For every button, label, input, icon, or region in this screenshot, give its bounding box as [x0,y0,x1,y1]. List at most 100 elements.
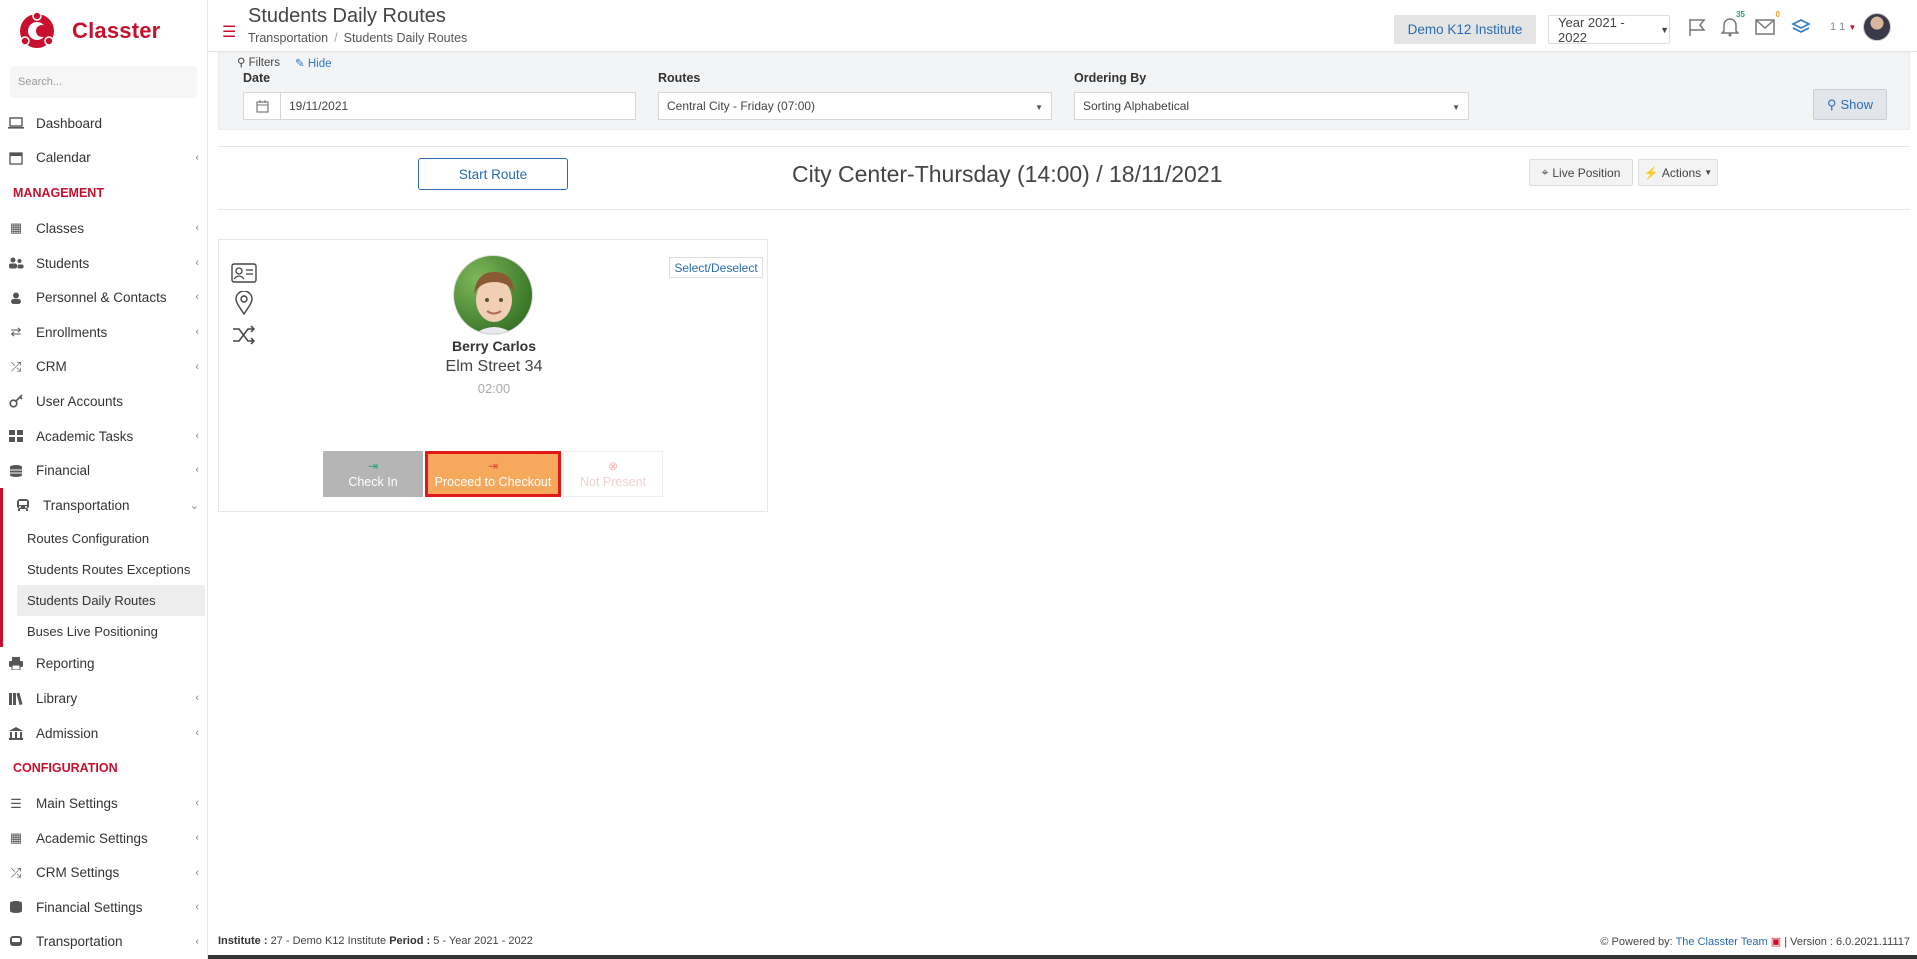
sidebar-item-personnel[interactable]: Personnel & Contacts ‹ [0,280,207,315]
bell-icon[interactable]: 35 [1719,10,1747,38]
date-field-value: 19/11/2021 [289,99,349,113]
sidebar-item-crm[interactable]: ⤮ CRM ‹ [0,350,207,385]
sidebar-item-academic-tasks[interactable]: Academic Tasks ‹ [0,419,207,454]
layers-icon[interactable] [1790,16,1812,38]
sidebar-item-label: Enrollments [36,324,108,340]
year-selector-label: Year 2021 - 2022 [1558,14,1625,45]
bottom-divider [208,955,1917,959]
id-card-icon[interactable] [231,261,257,285]
grid-icon [7,429,25,443]
printer-icon [7,657,25,671]
classes-icon: ▦ [9,220,23,236]
sidebar-search-input[interactable]: Search... [10,66,197,98]
logo[interactable]: Classter [0,0,207,62]
live-position-button[interactable]: ⌖ Live Position [1529,159,1633,186]
chevron-left-icon: ‹ [195,325,199,338]
sidebar-item-buses-live-positioning[interactable]: Buses Live Positioning [3,616,205,647]
chevron-left-icon: ‹ [195,831,199,844]
filters-hide-link[interactable]: ✎ Hide [295,56,332,70]
chevron-left-icon: ‹ [195,935,199,948]
not-present-button[interactable]: ⊗ Not Present [563,451,663,497]
date-field[interactable]: 19/11/2021 [280,92,636,120]
sidebar-item-label: Financial Settings [36,899,143,915]
envelope-icon[interactable]: 0 [1754,10,1782,38]
start-route-button[interactable]: Start Route [418,158,568,190]
select-deselect-button[interactable]: Select/Deselect [669,257,763,278]
students-icon [7,256,25,270]
sidebar-item-label: Academic Settings [36,830,148,846]
student-time: 02:00 [477,381,511,396]
flag-icon[interactable] [1686,16,1708,38]
sidebar-item-label: CRM Settings [36,865,120,881]
actions-dropdown[interactable]: ⚡ Actions ▼ [1638,159,1718,186]
footer-period-value: 5 - Year 2021 - 2022 [433,935,533,947]
filters-toggle[interactable]: ⚲ Filters [237,55,280,69]
sidebar-item-admission[interactable]: Admission ‹ [0,716,207,751]
breadcrumb-item[interactable]: Transportation [248,31,328,45]
sidebar-item-label: Admission [36,725,99,741]
sidebar-item-enrollments[interactable]: ⇄ Enrollments ‹ [0,315,207,350]
map-pin-icon[interactable] [231,291,257,315]
footer-period-label: Period : [389,935,431,947]
sidebar-item-transportation[interactable]: Transportation ⌄ [0,487,207,523]
sidebar-item-main-settings[interactable]: ☰ Main Settings ‹ [0,786,207,821]
not-present-label: Not Present [579,475,646,489]
breadcrumb: Transportation / Students Daily Routes [248,31,467,45]
caret-down-icon: ▼ [1452,103,1460,112]
arrows-icon: ⇄ [10,324,22,340]
ordering-select[interactable]: Sorting Alphabetical ▼ [1074,92,1469,120]
top-header: ☰ Students Daily Routes Transportation / S… [208,0,1917,52]
sidebar-item-transportation-settings[interactable]: Transportation ‹ [0,925,207,959]
calendar-icon[interactable] [243,92,281,120]
bus-icon [7,935,25,949]
sidebar-item-financial-settings[interactable]: Financial Settings ‹ [0,890,207,925]
sidebar-item-library[interactable]: Library ‹ [0,681,207,716]
show-button-label: Show [1840,97,1874,112]
sidebar-item-label: Main Settings [36,796,118,812]
ordering-label: Ordering By [1074,71,1147,85]
laptop-icon [7,116,25,130]
sidebar-item-students-daily-routes[interactable]: Students Daily Routes [17,584,205,616]
chevron-left-icon: ‹ [195,866,199,879]
sidebar-item-students-routes-exceptions[interactable]: Students Routes Exceptions [3,554,205,585]
user-count[interactable]: 1 1 ▼ [1830,21,1856,33]
chevron-left-icon: ‹ [195,692,199,705]
copyright-icon: © [1600,936,1609,948]
filters-toggle-label: Filters [248,57,280,69]
user-avatar[interactable] [1863,13,1891,41]
sign-in-icon: ⇥ [367,459,379,473]
breadcrumb-separator: / [334,31,338,45]
sidebar-item-students[interactable]: Students ‹ [0,246,207,281]
hamburger-menu-icon[interactable]: ☰ [222,22,236,42]
sidebar-item-reporting[interactable]: Reporting [0,647,207,682]
sidebar-item-label: Classes [36,220,85,236]
sidebar-item-financial[interactable]: Financial ‹ [0,453,207,488]
sidebar-item-calendar[interactable]: Calendar ‹ [0,141,207,176]
sidebar-item-classes[interactable]: ▦ Classes ‹ [0,211,207,246]
sidebar-item-crm-settings[interactable]: ⤮ CRM Settings ‹ [0,856,207,891]
footer-institute-label: Institute : [218,935,268,947]
chevron-left-icon: ‹ [195,901,199,914]
year-selector[interactable]: Year 2021 - 2022 ▼ [1548,14,1670,45]
check-in-button[interactable]: ⇥ Check In [323,451,423,497]
caret-down-icon: ▼ [1704,168,1713,177]
chevron-left-icon: ‹ [195,726,199,739]
sidebar-item-dashboard[interactable]: Dashboard [0,106,207,141]
caret-down-icon: ▼ [1660,24,1669,35]
route-toolbar: Start Route City Center-Thursday (14:00)… [218,146,1910,210]
route-title: City Center-Thursday (14:00) / 18/11/202… [792,161,1223,187]
sidebar-item-label: Calendar [36,150,91,166]
chevron-left-icon: ‹ [195,256,199,269]
routes-select[interactable]: Central City - Friday (07:00) ▼ [658,92,1052,120]
section-configuration: CONFIGURATION [13,761,118,776]
checkout-label: Proceed to Checkout [434,475,552,489]
show-button[interactable]: ⚲ Show [1813,89,1887,120]
sidebar-item-routes-configuration[interactable]: Routes Configuration [3,523,205,554]
footer-institute-value: 27 - Demo K12 Institute [270,935,387,947]
institute-button[interactable]: Demo K12 Institute [1394,15,1536,44]
coins-icon [7,464,25,478]
proceed-to-checkout-button[interactable]: ⇥ Proceed to Checkout [425,451,561,497]
sidebar-item-user-accounts[interactable]: User Accounts [0,384,207,419]
classter-team-link[interactable]: The Classter Team [1676,936,1768,948]
sidebar-item-academic-settings[interactable]: ▦ Academic Settings ‹ [0,821,207,856]
